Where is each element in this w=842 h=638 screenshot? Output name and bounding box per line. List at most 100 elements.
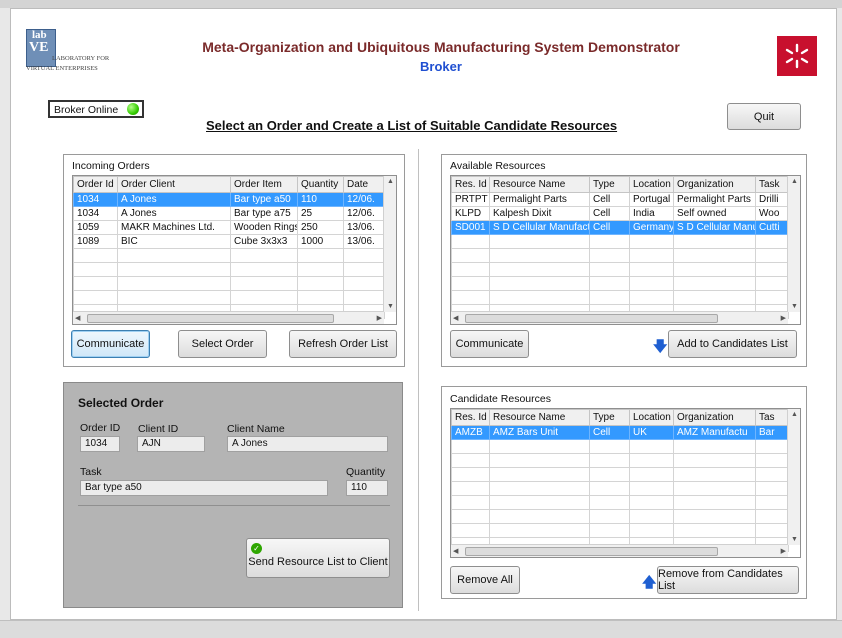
empty-row — [73, 276, 385, 291]
table-cell: 12/06. — [343, 192, 385, 207]
candidates-column-header[interactable]: Tas — [755, 409, 789, 426]
send-resource-list-button[interactable]: ✓ Send Resource List to Client — [246, 538, 390, 578]
uminho-logo — [777, 36, 817, 76]
table-cell: 1089 — [73, 234, 118, 249]
window-bottom-strip — [0, 620, 842, 638]
table-cell: 13/06. — [343, 234, 385, 249]
table-cell: Bar — [755, 425, 789, 440]
check-icon: ✓ — [251, 543, 262, 554]
order-id-label: Order ID — [80, 422, 121, 434]
table-row[interactable]: 1059 MAKR Machines Ltd. Wooden Rings 250 13/… — [73, 220, 385, 235]
table-cell: Bar type a75 — [230, 206, 298, 221]
online-indicator-icon — [127, 103, 139, 115]
table-row[interactable]: AMZB AMZ Bars Unit Cell UK AMZ Manufactu Bar — [451, 425, 789, 440]
table-cell: A Jones — [117, 206, 231, 221]
table-row[interactable]: SD001 S D Cellular Manufact Cell Germany S D… — [451, 220, 789, 235]
table-cell: 1059 — [73, 220, 118, 235]
panel-divider — [418, 149, 419, 611]
table-cell: Kalpesh Dixit — [489, 206, 590, 221]
resources-communicate-button[interactable]: Communicate — [450, 330, 529, 358]
table-cell: PRTPT — [451, 192, 490, 207]
resources-column-header[interactable]: Type — [589, 176, 630, 193]
table-cell: AMZ Bars Unit — [489, 425, 590, 440]
resources-table-frame: Res. Id Resource Name Type Location Organiza… — [450, 175, 801, 325]
table-cell: Bar type a50 — [230, 192, 298, 207]
empty-row — [451, 234, 789, 249]
remove-from-candidates-button[interactable]: Remove from Candidates List — [657, 566, 799, 594]
table-cell: 1034 — [73, 192, 118, 207]
resources-column-header[interactable]: Resource Name — [489, 176, 590, 193]
table-row[interactable]: 1034 A Jones Bar type a50 110 12/06. — [73, 192, 385, 207]
resources-hscroll[interactable]: ◀ ▶ — [451, 311, 788, 324]
available-resources-title: Available Resources — [450, 160, 546, 172]
candidates-column-header[interactable]: Resource Name — [489, 409, 590, 426]
table-cell: 13/06. — [343, 220, 385, 235]
orders-vscroll[interactable]: ▲ ▼ — [383, 176, 396, 312]
table-cell: India — [629, 206, 674, 221]
resources-vscroll[interactable]: ▲ ▼ — [787, 176, 800, 312]
orders-column-header[interactable]: Order Id — [73, 176, 118, 193]
resources-column-header[interactable]: Res. Id — [451, 176, 490, 193]
table-row[interactable]: 1089 BIC Cube 3x3x3 1000 13/06. — [73, 234, 385, 249]
table-cell: S D Cellular Manu — [673, 220, 756, 235]
table-row[interactable]: 1034 A Jones Bar type a75 25 12/06. — [73, 206, 385, 221]
orders-column-header[interactable]: Quantity — [297, 176, 344, 193]
candidates-vscroll[interactable]: ▲ ▼ — [787, 409, 800, 545]
window-top-strip — [0, 0, 842, 8]
app-title: Meta-Organization and Ubiquitous Manufac… — [202, 39, 680, 55]
candidates-column-header[interactable]: Organization — [673, 409, 756, 426]
table-cell: Cell — [589, 425, 630, 440]
resources-column-header[interactable]: Location — [629, 176, 674, 193]
table-cell: AMZB — [451, 425, 490, 440]
remove-all-button[interactable]: Remove All — [450, 566, 520, 594]
orders-column-header[interactable]: Order Client — [117, 176, 231, 193]
empty-row — [73, 290, 385, 305]
empty-row — [451, 523, 789, 538]
labve-logo: lab VE LABORATORY FOR VIRTUAL ENTERPRISE… — [26, 29, 110, 72]
add-to-candidates-button[interactable]: Add to Candidates List — [668, 330, 797, 358]
arrow-down-icon: 🡇 — [653, 338, 668, 354]
table-cell: Cell — [589, 206, 630, 221]
client-name-field: A Jones — [227, 436, 388, 452]
table-row[interactable]: KLPD Kalpesh Dixit Cell India Self owned Woo — [451, 206, 789, 221]
task-field: Bar type a50 — [80, 480, 328, 496]
selected-order-panel: Selected Order Order ID 1034 Client ID A… — [63, 382, 403, 608]
candidates-column-header[interactable]: Type — [589, 409, 630, 426]
orders-hscroll[interactable]: ◀ ▶ — [73, 311, 384, 324]
resources-column-header[interactable]: Organization — [673, 176, 756, 193]
table-cell: KLPD — [451, 206, 490, 221]
orders-communicate-button[interactable]: Communicate — [71, 330, 150, 358]
quantity-label: Quantity — [346, 466, 386, 478]
orders-column-header[interactable]: Date — [343, 176, 385, 193]
empty-row — [451, 495, 789, 510]
orders-column-header[interactable]: Order Item — [230, 176, 298, 193]
refresh-order-list-button[interactable]: Refresh Order List — [289, 330, 397, 358]
client-id-label: Client ID — [138, 423, 179, 435]
arrow-up-icon: 🡅 — [642, 574, 657, 590]
table-row[interactable]: PRTPT Permalight Parts Cell Portugal Permali… — [451, 192, 789, 207]
empty-row — [451, 509, 789, 524]
candidates-hscroll[interactable]: ◀ ▶ — [451, 544, 788, 557]
table-cell: Cube 3x3x3 — [230, 234, 298, 249]
orders-table: Order Id Order Client Order Item Quantity Da… — [73, 176, 385, 319]
table-cell: Woo — [755, 206, 789, 221]
table-cell: UK — [629, 425, 674, 440]
broker-status-label: Broker Online — [54, 104, 119, 116]
instruction-heading: Select an Order and Create a List of Sui… — [206, 118, 618, 133]
table-cell: 12/06. — [343, 206, 385, 221]
select-order-button[interactable]: Select Order — [178, 330, 267, 358]
table-cell: Permalight Parts — [489, 192, 590, 207]
empty-row — [73, 248, 385, 263]
candidates-column-header[interactable]: Res. Id — [451, 409, 490, 426]
candidates-column-header[interactable]: Location — [629, 409, 674, 426]
app-subtitle: Broker — [420, 59, 462, 74]
empty-row — [451, 467, 789, 482]
selected-order-divider — [78, 505, 390, 506]
selected-order-title: Selected Order — [78, 396, 164, 410]
resources-column-header[interactable]: Task — [755, 176, 789, 193]
client-id-field: AJN — [137, 436, 205, 452]
table-cell: 25 — [297, 206, 344, 221]
send-resource-list-label: Send Resource List to Client — [248, 556, 388, 568]
quit-button[interactable]: Quit — [727, 103, 801, 130]
resources-table: Res. Id Resource Name Type Location Organiza… — [451, 176, 789, 319]
